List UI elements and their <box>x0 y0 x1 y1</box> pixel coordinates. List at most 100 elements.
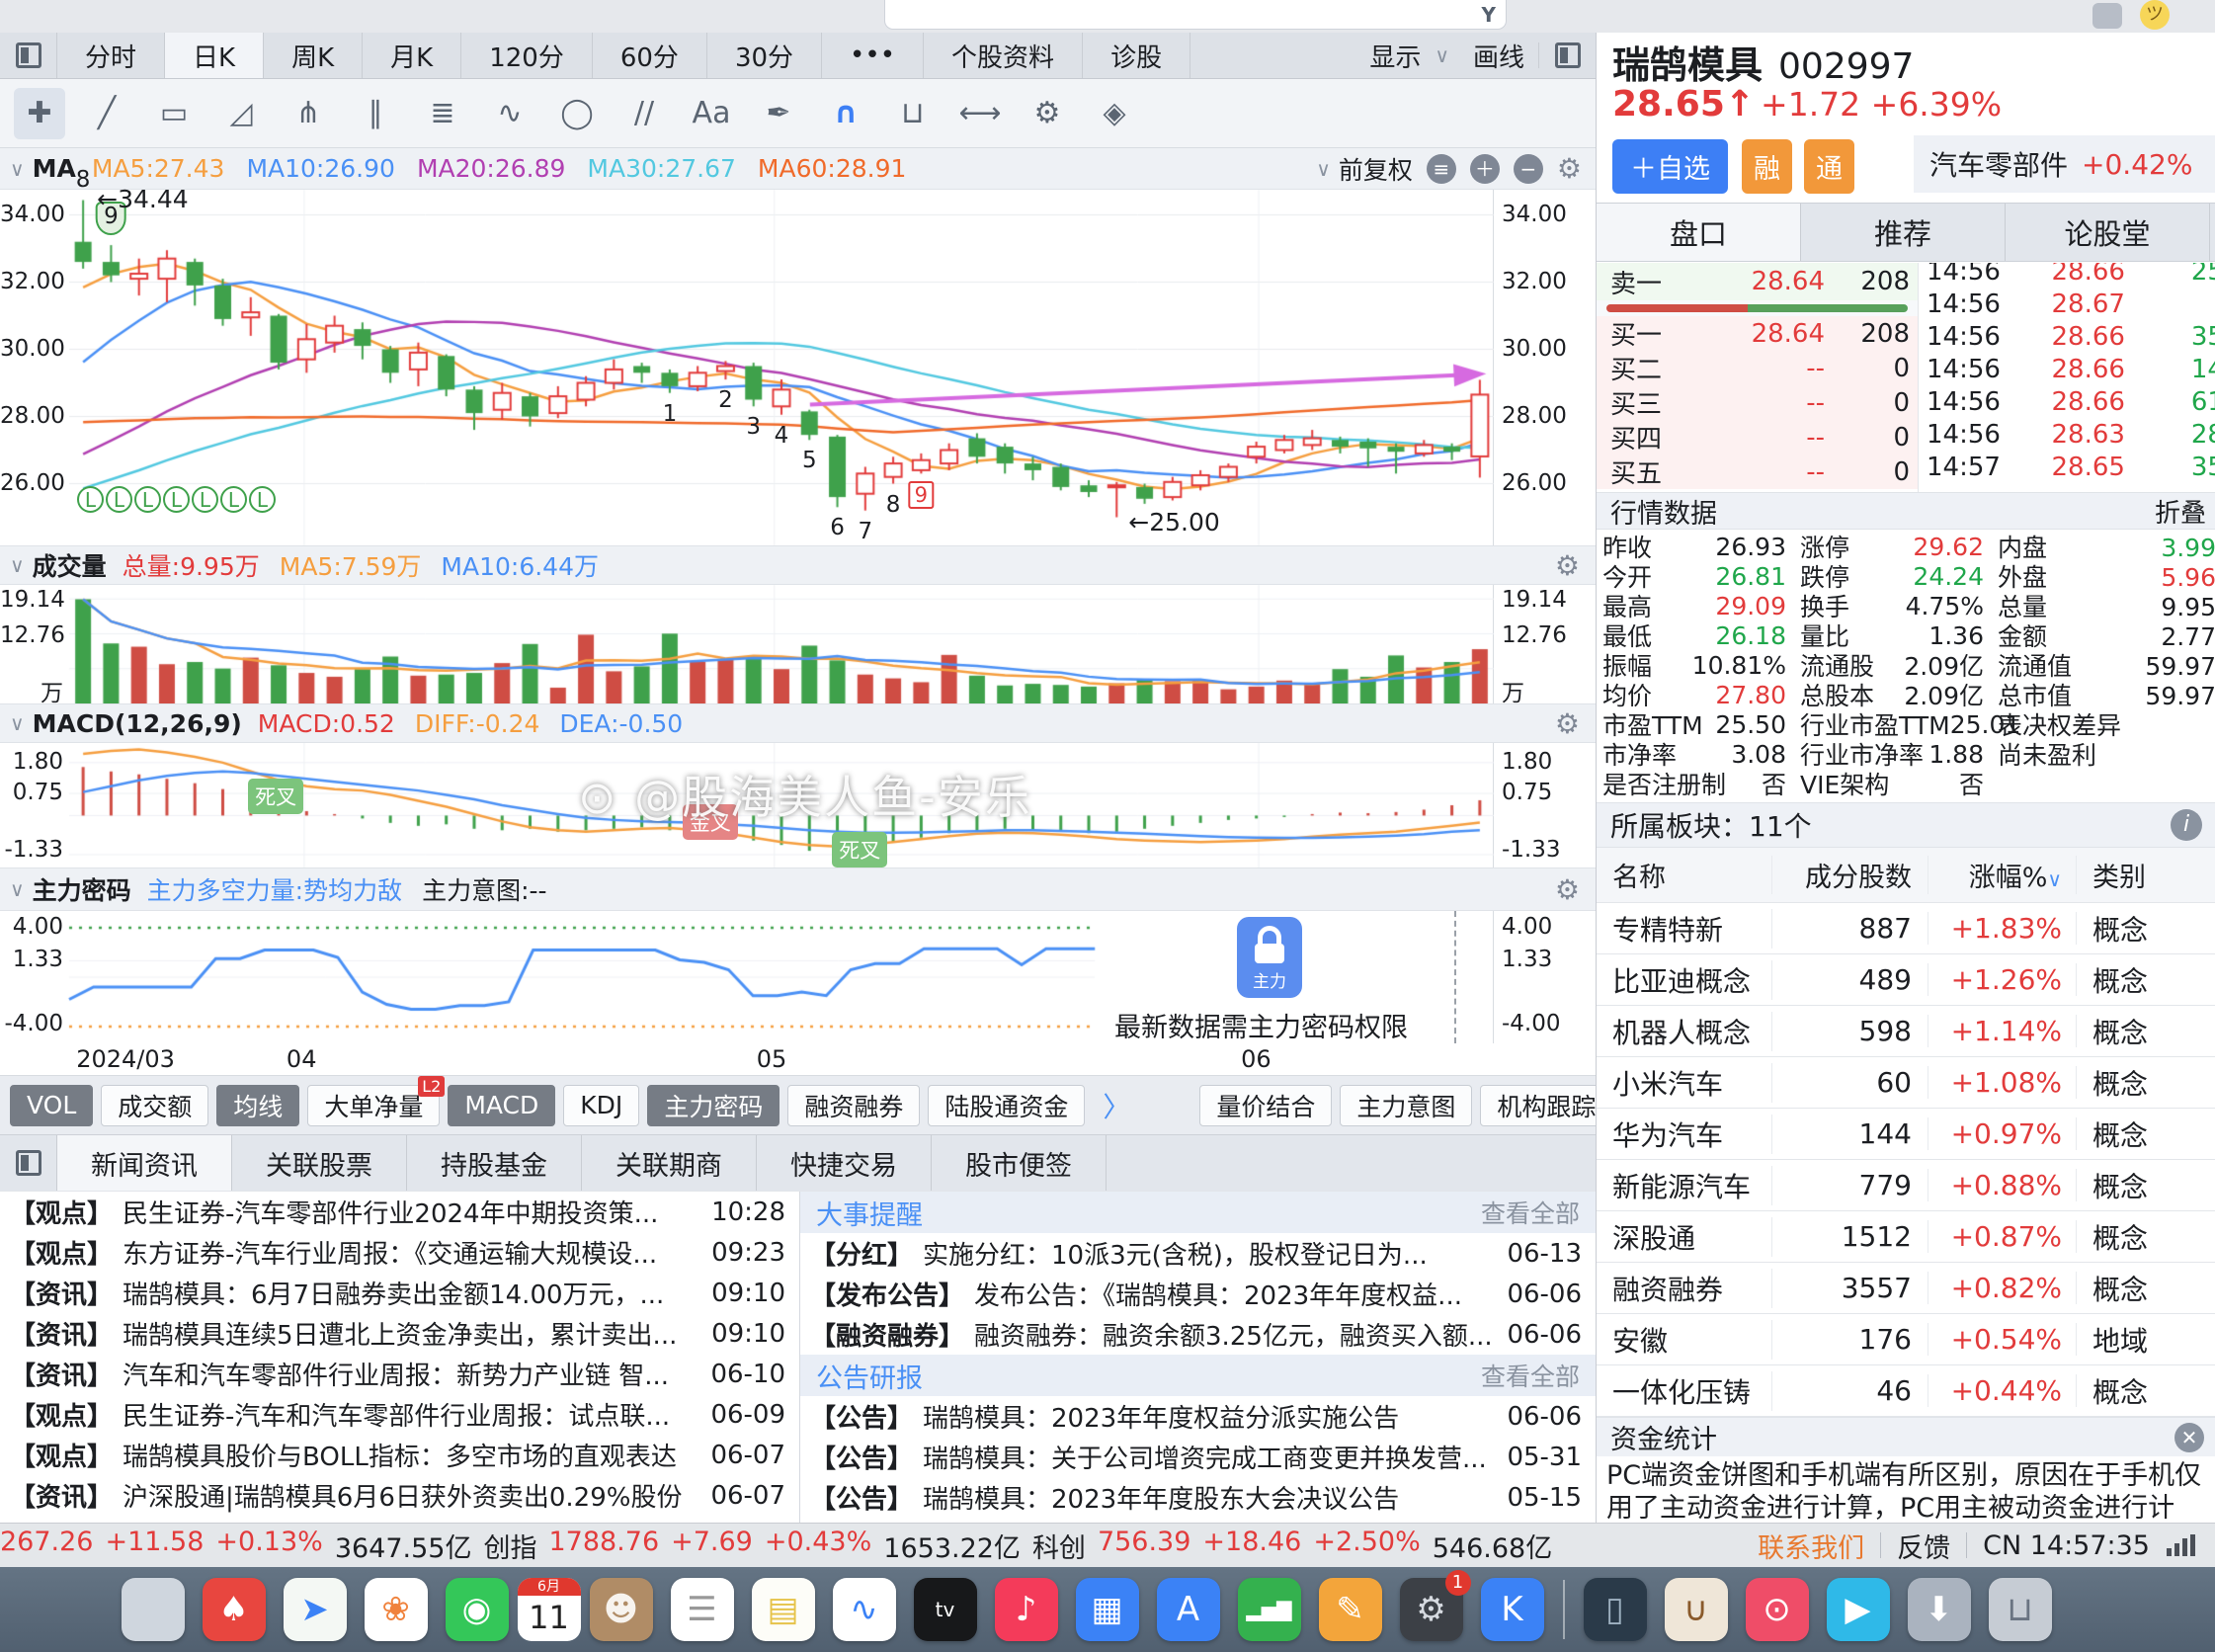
add-tab-icon[interactable]: ＋ <box>2210 204 2215 261</box>
draw-tool-icon[interactable]: ✒ <box>753 88 804 139</box>
dock-calendar[interactable]: 6月11 <box>518 1578 581 1641</box>
period-tab[interactable]: 周K <box>264 33 363 78</box>
dock-facetime[interactable]: ◉ <box>446 1578 509 1641</box>
zoom-in-icon[interactable]: ＋ <box>1470 154 1500 184</box>
view-all-link[interactable]: 查看全部 <box>1481 1195 1580 1230</box>
period-tab[interactable]: 诊股 <box>1083 33 1190 78</box>
info-icon[interactable]: i <box>2171 809 2202 841</box>
panel-tab[interactable]: 盘口 <box>1597 204 1801 261</box>
period-tab[interactable]: 120分 <box>461 33 593 78</box>
news-item[interactable]: 【资讯】瑞鹄模具：6月7日融券卖出金额14.00万元，...09:10 <box>0 1273 799 1313</box>
gear-icon[interactable]: ⚙ <box>1555 707 1580 740</box>
dock-pencil[interactable]: ✎ <box>1319 1578 1382 1641</box>
bid-row[interactable]: 买四--0 <box>1597 420 1918 454</box>
draw-tool-icon[interactable]: ▭ <box>148 88 200 139</box>
draw-tool-icon[interactable]: ╱ <box>81 88 132 139</box>
volume-pane[interactable]: 19.1412.76万19.1412.76万 <box>0 585 1596 703</box>
chevron-down-icon[interactable]: ∨ <box>1316 157 1331 181</box>
dock-player[interactable]: ▶ <box>1827 1578 1890 1641</box>
period-tab[interactable]: ••• <box>822 33 924 78</box>
sector-row[interactable]: 华为汽车144 +0.97%概念 <box>1597 1109 2215 1160</box>
reset-zoom-icon[interactable]: ≡ <box>1427 154 1456 184</box>
indicator-tab[interactable]: KDJ <box>563 1085 639 1126</box>
dock-maps[interactable]: ➤ <box>284 1578 347 1641</box>
analysis-tab[interactable]: 主力意图 <box>1340 1085 1472 1126</box>
gear-icon[interactable]: ⚙ <box>1555 549 1580 582</box>
news-item[interactable]: 【观点】东方证券-汽车行业周报：《交通运输大规模设...09:23 <box>0 1232 799 1273</box>
menubar-avatar-icon[interactable]: ツ <box>2140 0 2170 30</box>
news-tab[interactable]: 关联期商 <box>582 1135 757 1191</box>
bid-row[interactable]: 买一28.64208 <box>1597 316 1918 351</box>
news-tab[interactable]: 关联股票 <box>232 1135 407 1191</box>
period-tab[interactable]: 分时 <box>57 33 165 78</box>
sector-row[interactable]: 融资融券3557 +0.82%概念 <box>1597 1263 2215 1314</box>
draw-tool-icon[interactable]: ≣ <box>417 88 468 139</box>
indicator-tab[interactable]: 大单净量L2 <box>307 1085 440 1126</box>
news-item[interactable]: 【观点】民生证券-汽车零部件行业2024年中期投资策...10:28 <box>0 1192 799 1232</box>
news-item[interactable]: 【观点】瑞鹄模具股价与BOLL指标：多空市场的直观表达06-07 <box>0 1435 799 1475</box>
sector-row[interactable]: 深股通1512 +0.87%概念 <box>1597 1211 2215 1263</box>
draw-tool-icon[interactable]: ∥ <box>350 88 401 139</box>
collapse-panel-icon[interactable] <box>0 33 57 78</box>
dock-separator[interactable] <box>1563 1580 1565 1639</box>
connect-badge[interactable]: 通 <box>1804 139 1854 194</box>
dock-music[interactable]: ♪ <box>995 1578 1058 1641</box>
sector-row[interactable]: 一体化压铸46 +0.44%概念 <box>1597 1365 2215 1417</box>
event-item[interactable]: 【分红】实施分红：10派3元(含税)，股权登记日为...06-13 <box>800 1233 1596 1274</box>
panel-tab[interactable]: 论股堂 <box>2006 204 2210 261</box>
dock-freeform[interactable]: ∿ <box>833 1578 896 1641</box>
dock-appstore[interactable]: A <box>1157 1578 1220 1641</box>
indicator-tab[interactable]: 成交额 <box>101 1085 208 1126</box>
dock-photos[interactable]: ❀ <box>365 1578 428 1641</box>
more-indicators-icon[interactable]: 〉 <box>1103 1086 1130 1125</box>
report-item[interactable]: 【公告】瑞鹄模具：2023年年度股东大会决议公告05-15 <box>800 1477 1596 1518</box>
dock-downloads[interactable]: ⬇ <box>1908 1578 1971 1641</box>
chevron-down-icon[interactable]: ∨ <box>10 877 25 901</box>
news-tab[interactable]: 持股基金 <box>407 1135 582 1191</box>
tick-list[interactable]: 14:5628.6625 14:5628.67 14:5628.6635 14:… <box>1918 263 2215 492</box>
dock-device[interactable]: ▯ <box>1584 1578 1647 1641</box>
bid-row[interactable]: 买五--0 <box>1597 454 1918 489</box>
bid-row[interactable]: 买三--0 <box>1597 385 1918 420</box>
dock-partial[interactable] <box>122 1578 185 1641</box>
draw-tool-icon[interactable]: ⊔ <box>887 88 939 139</box>
draw-tool-icon[interactable]: ⚙ <box>1022 88 1073 139</box>
dock-pink-app[interactable]: ⊙ <box>1746 1578 1809 1641</box>
period-tab[interactable]: 个股资料 <box>924 33 1083 78</box>
indicator-tab[interactable]: 主力密码 <box>647 1085 779 1126</box>
panel-tab[interactable]: 推荐 <box>1801 204 2006 261</box>
sort-desc-icon[interactable]: ∨ <box>2047 867 2062 891</box>
report-item[interactable]: 【公告】瑞鹄模具：关于公司增资完成工商变更并换发营...05-31 <box>800 1437 1596 1477</box>
indicator-tab[interactable]: 均线 <box>216 1085 299 1126</box>
main-chart-pane[interactable]: 89←34.44←25.00123456789LLLLLLL 34.0032.0… <box>0 190 1596 545</box>
draw-tool-icon[interactable]: ⋔ <box>283 88 334 139</box>
chevron-down-icon[interactable]: ∨ <box>10 157 25 181</box>
indicator-tab[interactable]: MACD <box>448 1085 555 1126</box>
ask-row[interactable]: 卖一 28.64 208 <box>1597 263 1918 300</box>
news-tab[interactable]: 新闻资讯 <box>57 1135 232 1191</box>
adjust-mode-label[interactable]: 前复权 <box>1339 151 1413 187</box>
indicator-tab[interactable]: 融资融券 <box>787 1085 920 1126</box>
sector-row[interactable]: 小米汽车60 +1.08%概念 <box>1597 1057 2215 1109</box>
chevron-down-icon[interactable]: ∨ <box>10 711 25 735</box>
dock-settings[interactable]: ⚙1 <box>1400 1578 1463 1641</box>
layout-icon[interactable] <box>0 1135 57 1191</box>
dock-stocks[interactable]: ▂▅▇ <box>1238 1578 1301 1641</box>
industry-link[interactable]: 汽车零部件+0.42% <box>1914 135 2215 193</box>
news-item[interactable]: 【观点】民生证券-汽车和汽车零部件行业周报：试点联...06-09 <box>0 1394 799 1435</box>
news-item[interactable]: 【资讯】汽车和汽车零部件行业周报：新势力产业链 智...06-10 <box>0 1354 799 1394</box>
dock-keynote[interactable]: ▦ <box>1076 1578 1139 1641</box>
draw-tool-icon[interactable]: ◈ <box>1089 88 1140 139</box>
zoom-out-icon[interactable]: − <box>1514 154 1543 184</box>
period-tab[interactable]: 月K <box>363 33 461 78</box>
period-tab[interactable]: 日K <box>165 33 264 78</box>
macd-pane[interactable]: 死叉金叉死叉 1.800.75-1.331.800.75-1.33 <box>0 743 1596 867</box>
dock-notes[interactable]: ▤ <box>752 1578 815 1641</box>
feedback-link[interactable]: 反馈 <box>1897 1527 1950 1565</box>
fold-button[interactable]: 折叠 <box>2155 493 2206 530</box>
event-item[interactable]: 【融资融券】融资融券：融资余额3.25亿元，融资买入额...06-06 <box>800 1314 1596 1355</box>
news-tab[interactable]: 股市便签 <box>932 1135 1107 1191</box>
draw-tool-icon[interactable]: ◯ <box>551 88 603 139</box>
dock-reminders[interactable]: ☰ <box>671 1578 734 1641</box>
dock-kline-app[interactable]: K <box>1481 1578 1544 1641</box>
